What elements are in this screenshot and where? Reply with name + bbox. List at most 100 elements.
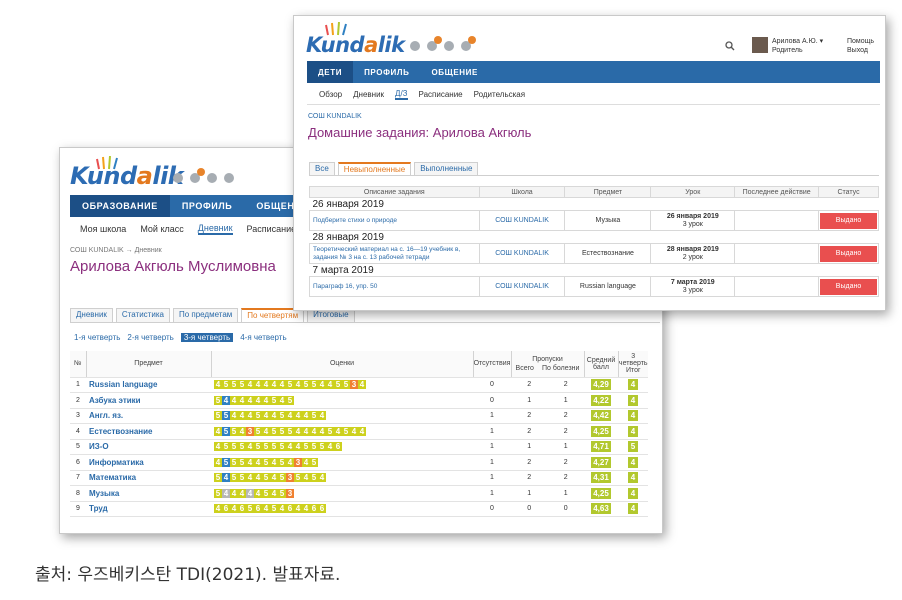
subnav-homework[interactable]: Д/З [395,89,408,100]
mark[interactable]: 5 [214,411,222,421]
mark[interactable]: 4 [318,411,326,421]
mark[interactable]: 6 [238,504,246,514]
mark[interactable]: 4 [358,380,366,390]
tab-done[interactable]: Выполненные [414,162,479,175]
logout-link[interactable]: Выход [847,46,874,55]
mark[interactable]: 4 [302,411,310,421]
mark[interactable]: 3 [350,380,358,390]
subject-link[interactable]: Информатика [86,454,211,471]
mark[interactable]: 4 [230,488,238,498]
search-icon[interactable] [725,41,735,51]
mark[interactable]: 4 [262,426,270,436]
mark[interactable]: 4 [278,504,286,514]
mark[interactable]: 5 [230,457,238,467]
mark[interactable]: 5 [278,473,286,483]
mark[interactable]: 4 [270,473,278,483]
mark[interactable]: 4 [318,426,326,436]
mark[interactable]: 4 [262,395,270,405]
breadcrumb[interactable]: СОШ KUNDALIK → Дневник [70,247,162,254]
mark[interactable]: 5 [254,411,262,421]
mark[interactable]: 5 [262,457,270,467]
mark[interactable]: 5 [238,442,246,452]
mark[interactable]: 5 [238,457,246,467]
subnav-my-school[interactable]: Моя школа [80,224,126,234]
mark[interactable]: 4 [246,411,254,421]
mark[interactable]: 6 [222,504,230,514]
mark[interactable]: 3 [246,426,254,436]
mark[interactable]: 5 [342,426,350,436]
mark[interactable]: 5 [222,411,230,421]
mark[interactable]: 5 [262,442,270,452]
mark[interactable]: 5 [222,380,230,390]
mark[interactable]: 4 [238,426,246,436]
quarter-3[interactable]: 3-я четверть [180,333,234,342]
mark[interactable]: 5 [214,488,222,498]
mark[interactable]: 4 [318,380,326,390]
mark[interactable]: 5 [278,426,286,436]
mark[interactable]: 5 [270,426,278,436]
kundalik-logo[interactable]: Kundalik [306,33,405,57]
tab-diary[interactable]: Дневник [70,308,113,322]
nav-children[interactable]: Дети [307,61,354,83]
mark[interactable]: 4 [270,380,278,390]
mark[interactable]: 6 [286,504,294,514]
subject-link[interactable]: Музыка [86,485,211,502]
mark[interactable]: 6 [318,504,326,514]
mark[interactable]: 5 [286,426,294,436]
mark[interactable]: 5 [222,457,230,467]
users-icon[interactable] [190,168,205,183]
mark[interactable]: 3 [294,457,302,467]
mark[interactable]: 4 [270,411,278,421]
mark[interactable]: 4 [302,473,310,483]
mark[interactable]: 5 [286,395,294,405]
subject-link[interactable]: Азбука этики [86,392,211,409]
mark[interactable]: 4 [262,411,270,421]
mark[interactable]: 4 [214,457,222,467]
mark[interactable]: 4 [254,473,262,483]
mark[interactable]: 5 [294,473,302,483]
mark[interactable]: 5 [230,473,238,483]
mark[interactable]: 5 [254,426,262,436]
tab-statistics[interactable]: Статистика [115,308,170,322]
mark[interactable]: 4 [326,442,334,452]
mark[interactable]: 6 [254,504,262,514]
school-link[interactable]: СОШ KUNDALIK [478,210,566,231]
school-link[interactable]: СОШ KUNDALIK [478,276,566,297]
tab-by-subject[interactable]: По предметам [172,308,239,322]
chat-icon[interactable] [173,173,183,183]
mark[interactable]: 4 [214,442,222,452]
settings-icon[interactable] [461,36,476,51]
subnav-diary[interactable]: Дневник [197,223,233,235]
mark[interactable]: 4 [270,488,278,498]
user-name[interactable]: Арилова А.Ю. ▾ [772,37,823,46]
mark[interactable]: 4 [350,426,358,436]
status-badge[interactable]: Выдано [820,212,877,229]
mark[interactable]: 3 [286,488,294,498]
mark[interactable]: 4 [294,380,302,390]
task-link[interactable]: Подберите стихи о природе [309,210,480,231]
nav-communication[interactable]: Общение [420,68,489,77]
subnav-overview[interactable]: Обзор [319,90,342,99]
mark[interactable]: 5 [334,380,342,390]
subnav-my-class[interactable]: Мой класс [140,224,183,234]
mark[interactable]: 4 [326,380,334,390]
mark[interactable]: 5 [326,426,334,436]
mark[interactable]: 4 [294,442,302,452]
mark[interactable]: 4 [286,457,294,467]
mark[interactable]: 4 [254,395,262,405]
mark[interactable]: 5 [230,426,238,436]
subnav-schedule[interactable]: Расписание [419,90,463,99]
nav-profile[interactable]: Профиль [353,68,420,77]
mark[interactable]: 5 [310,442,318,452]
mark[interactable]: 5 [278,442,286,452]
mark[interactable]: 5 [310,457,318,467]
mark[interactable]: 4 [294,426,302,436]
mark[interactable]: 5 [262,473,270,483]
mark[interactable]: 4 [270,457,278,467]
mark[interactable]: 6 [334,442,342,452]
subnav-schedule[interactable]: Расписание [247,224,297,234]
mark[interactable]: 4 [254,457,262,467]
mark[interactable]: 4 [310,426,318,436]
bell-icon[interactable] [207,173,217,183]
mark[interactable]: 4 [302,504,310,514]
